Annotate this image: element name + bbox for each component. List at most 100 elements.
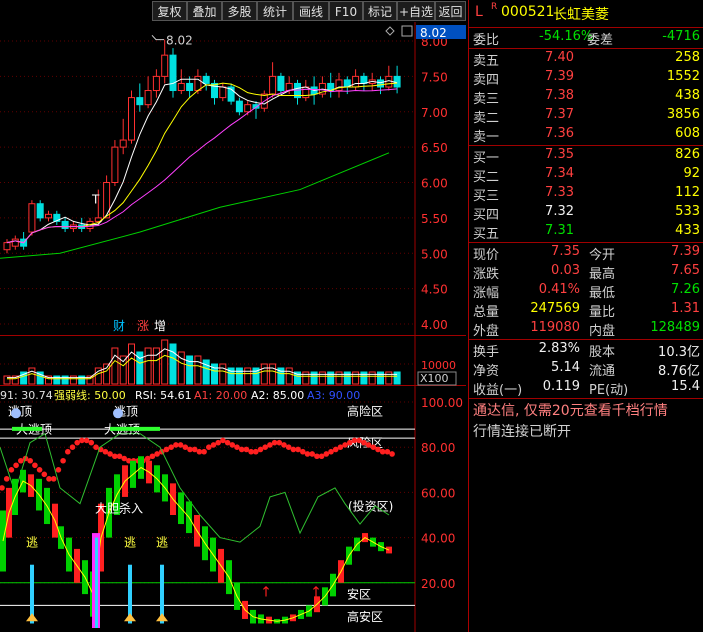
price-tick-label: 5.50: [421, 212, 448, 226]
connection-status: 行情连接已断开: [473, 424, 571, 440]
candle-body: [285, 82, 293, 92]
toolbar-button-6[interactable]: 标记: [363, 1, 397, 21]
notice-row[interactable]: 通达信, 仅需20元查看千档行情: [469, 400, 703, 420]
volume-bar: [194, 355, 202, 385]
volume-bar: [161, 339, 169, 385]
escape-arrow-1: [124, 613, 136, 622]
escape-arrow-2: [156, 613, 168, 622]
rsi-dot: [3, 476, 10, 482]
volume-bar: [186, 355, 194, 385]
candle-body: [103, 182, 111, 219]
ask-row-2-label: 卖三: [473, 92, 500, 107]
stat-row-3-label2: 量比: [589, 305, 616, 320]
candle-body: [128, 97, 135, 141]
toolbar-button-3[interactable]: 统计: [257, 1, 293, 21]
stat2-row-2-value2: 15.4: [671, 379, 700, 394]
bid-row-3-volume: 533: [675, 204, 700, 219]
volume-bar: [235, 367, 243, 385]
stat-row-4-label2: 内盘: [589, 324, 616, 339]
rsi-dot: [36, 467, 43, 473]
diamond-icon[interactable]: [385, 26, 395, 36]
stat2-row-0: 换手 2.83% 股本 10.3亿: [469, 341, 703, 360]
rsi-dot: [65, 448, 71, 455]
red-arrow-0: ↑: [260, 584, 272, 600]
volume-bar: [377, 371, 384, 385]
volume-bar: [302, 371, 310, 385]
high-price-label: 8.02: [166, 34, 193, 48]
bold-buy-label: 大胆杀入: [95, 501, 143, 516]
toolbar-button-4[interactable]: 画线: [293, 1, 329, 21]
volume-bar: [128, 343, 135, 385]
candle-body: [119, 139, 127, 148]
escape-label-1: 逃: [124, 536, 136, 550]
stock-name[interactable]: 长虹美菱: [553, 4, 609, 24]
stat-row-4-value2: 128489: [650, 320, 700, 335]
ask-row-1-label: 卖四: [473, 73, 500, 88]
green-flag-0: [12, 426, 42, 431]
candle-body: [277, 75, 285, 92]
bid-row-0: 买一 7.35 826: [469, 147, 703, 166]
volume-bar: [260, 363, 268, 385]
stat-row-1-value1: 0.03: [551, 263, 580, 278]
window-icon[interactable]: [401, 25, 413, 37]
current-price-tag: 8.02: [420, 26, 447, 40]
volume-indicator-divider: [0, 385, 466, 386]
top-icon-0: [11, 408, 21, 419]
candle-body: [377, 79, 384, 88]
toolbar-button-8[interactable]: 返回: [435, 1, 466, 21]
volume-bar: [169, 343, 177, 385]
rsi-dot: [8, 467, 15, 473]
escape-label-0: 逃: [26, 536, 38, 550]
candle-body: [144, 90, 152, 106]
stat-row-0-value2: 7.39: [671, 244, 700, 259]
stat-row-1-value2: 7.65: [671, 263, 700, 278]
toolbar-button-0[interactable]: 复权: [152, 1, 187, 21]
toolbar-button-1[interactable]: 叠加: [187, 1, 222, 21]
volume-bar: [393, 371, 401, 385]
ask-row-3: 卖二 7.37 3856: [469, 107, 703, 126]
volume-axis-label: 10000: [421, 359, 456, 372]
bid-row-1-volume: 92: [683, 166, 700, 181]
rsi-dot: [60, 457, 66, 464]
candle-body: [235, 100, 243, 113]
ask-row-2: 卖三 7.38 438: [469, 88, 703, 107]
ind-a1: A1: 20.00: [194, 389, 247, 402]
ask-row-4: 卖一 7.36 608: [469, 126, 703, 145]
candle-body: [393, 75, 401, 88]
volume-bar: [103, 363, 111, 385]
ind-tick-label: 60.00: [421, 486, 455, 500]
ind-prefix: 91: 30.74: [0, 389, 53, 402]
toolbar-button-7[interactable]: +自选: [397, 1, 435, 21]
weibi-label: 委比: [473, 33, 500, 48]
stat2-row-2-label1: 收益(一): [473, 383, 523, 398]
ind-rsi: RSI: 54.61: [135, 389, 192, 402]
notice-text[interactable]: 通达信, 仅需20元查看千档行情: [473, 400, 668, 420]
bid-row-2: 买三 7.33 112: [469, 185, 703, 204]
stock-header: L R 000521 长虹美菱: [469, 2, 703, 24]
bid-row-0-price: 7.35: [545, 147, 574, 162]
rsi-dot: [55, 467, 62, 473]
volume-bar: [285, 367, 293, 385]
candle-body: [219, 86, 227, 99]
candle-body: [244, 104, 252, 113]
candle-body: [111, 146, 119, 183]
high-marker-line: [151, 34, 164, 41]
price-tick-label: 6.00: [421, 177, 448, 191]
stock-code[interactable]: 000521: [501, 4, 554, 20]
badge-zeng: 增: [154, 319, 166, 333]
candle-body: [161, 54, 169, 77]
zone-safe: 安区: [347, 587, 371, 602]
volume-bar: [385, 371, 393, 385]
ask-row-2-price: 7.38: [545, 88, 574, 103]
rsi-dot: [41, 471, 48, 478]
prefix-l: L: [475, 4, 483, 20]
toolbar-button-2[interactable]: 多股: [222, 1, 257, 21]
stat2-row-1-label2: 流通: [589, 364, 616, 379]
stat2-row-0-value2: 10.3亿: [658, 345, 700, 360]
red-arrow-1: ↑: [310, 584, 322, 600]
stat2-row-0-value1: 2.83%: [538, 341, 580, 356]
rsi-dot: [389, 451, 395, 457]
candle-body: [385, 75, 393, 88]
toolbar-button-5[interactable]: F10: [329, 1, 363, 21]
stat-row-4-value1: 119080: [530, 320, 580, 335]
